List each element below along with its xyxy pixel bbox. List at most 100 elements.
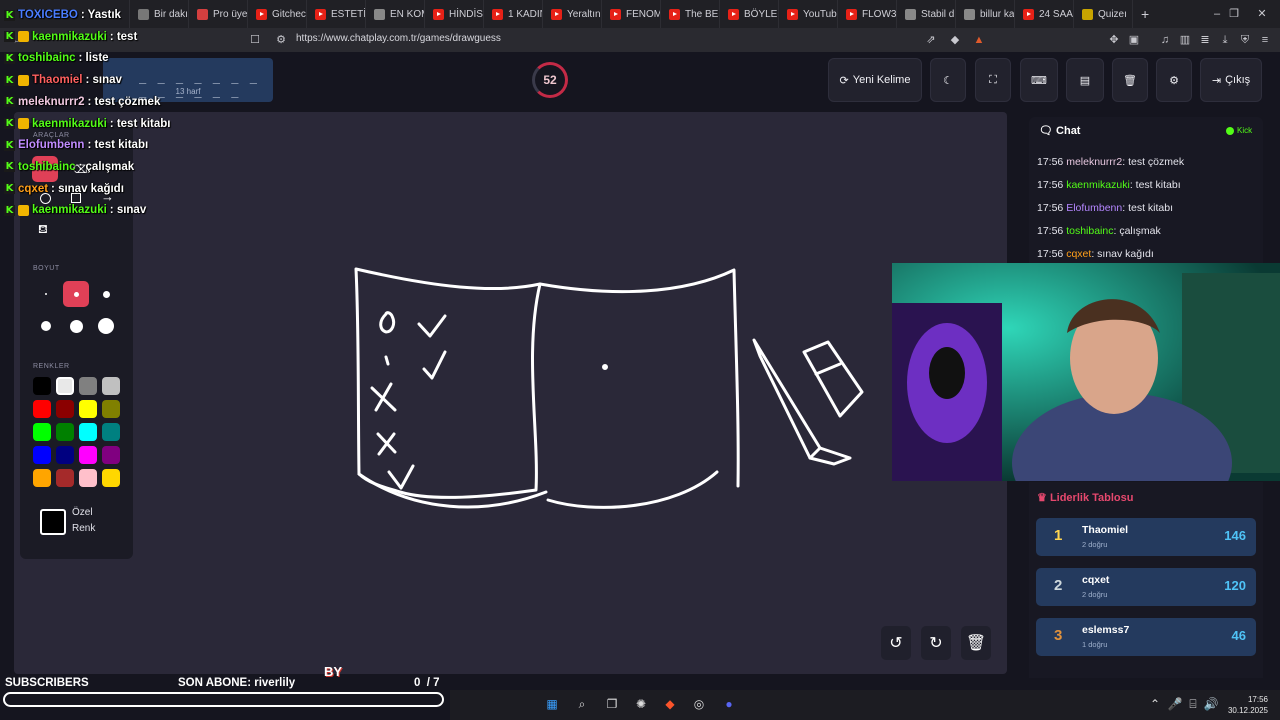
download-icon[interactable]: ⤓ <box>1218 33 1232 47</box>
color-swatch[interactable] <box>102 377 120 395</box>
fullscreen-button[interactable]: ⛶ <box>975 58 1011 102</box>
drawing-canvas[interactable] <box>14 112 1007 674</box>
chat-username[interactable]: Elofumbenn <box>1066 202 1122 214</box>
leaderboard-name: eslemss7 <box>1082 624 1130 636</box>
screenshot-icon[interactable]: ▣ <box>1127 33 1141 47</box>
redo-button[interactable]: ↻ <box>921 626 951 660</box>
color-swatch[interactable] <box>33 400 51 418</box>
minimize-icon[interactable]: – <box>1210 7 1224 21</box>
clear-canvas-button[interactable]: 🗑 <box>961 626 991 660</box>
task-view-icon[interactable]: ❐ <box>603 695 621 713</box>
new-word-button[interactable]: ⟳ Yeni Kelime <box>828 58 922 102</box>
sidebar-icon[interactable]: ▥ <box>1178 33 1192 47</box>
browser-tab[interactable]: Quizeı <box>1074 0 1133 28</box>
color-swatch[interactable] <box>56 423 74 441</box>
size-1[interactable] <box>33 281 59 307</box>
browser-tab[interactable]: YouTub <box>779 0 838 28</box>
browser-tab[interactable]: Gitchec <box>248 0 307 28</box>
browser-tab[interactable]: BÖYLE S <box>720 0 779 28</box>
browser-tab[interactable]: FENOM <box>602 0 661 28</box>
maximize-icon[interactable]: ❐ <box>1227 7 1241 21</box>
brave-icon[interactable]: ◆ <box>661 695 679 713</box>
tab-favicon-icon <box>433 8 444 20</box>
color-swatch[interactable] <box>56 469 74 487</box>
color-swatch[interactable] <box>56 446 74 464</box>
color-swatch[interactable] <box>56 400 74 418</box>
sub-goal-progress <box>3 692 444 707</box>
chat-text: çalışmak <box>1119 225 1161 237</box>
start-icon[interactable]: ▦ <box>543 695 561 713</box>
bookmark-icon[interactable]: ☐ <box>248 33 262 47</box>
color-swatch[interactable] <box>102 446 120 464</box>
browser-tab[interactable]: ESTETİK <box>307 0 366 28</box>
settings-button[interactable]: ⚙ <box>1156 58 1192 102</box>
browser-tab[interactable]: FLOW3 <box>838 0 897 28</box>
browser-tab[interactable]: The BES <box>661 0 720 28</box>
chatgpt-icon[interactable]: ✺ <box>632 695 650 713</box>
exit-button[interactable]: ⇥ Çıkış <box>1200 58 1262 102</box>
size-5[interactable] <box>63 313 89 339</box>
keyboard-button[interactable]: ⌨ <box>1020 58 1058 102</box>
custom-color-label[interactable]: Özel Renk <box>72 505 95 537</box>
url-text[interactable]: https://www.chatplay.com.tr/games/drawgu… <box>296 33 501 44</box>
color-swatch[interactable] <box>56 377 74 395</box>
chat-username[interactable]: cqxet <box>1066 248 1091 260</box>
fill-bucket-icon[interactable]: ⛾ <box>38 222 48 238</box>
brave-rewards-icon[interactable]: ▲ <box>972 33 986 47</box>
color-swatch[interactable] <box>33 469 51 487</box>
close-icon[interactable]: ✕ <box>1255 7 1269 21</box>
color-swatch[interactable] <box>79 469 97 487</box>
archive-button[interactable]: ▤ <box>1066 58 1104 102</box>
brave-shields-icon[interactable]: ◆ <box>948 33 962 47</box>
color-swatch[interactable] <box>79 377 97 395</box>
chat-username[interactable]: toshibainc <box>1066 225 1113 237</box>
browser-tab[interactable]: Bir dakı <box>130 0 189 28</box>
color-swatch[interactable] <box>79 423 97 441</box>
browser-tab[interactable]: Stabil d <box>897 0 956 28</box>
browser-tab[interactable]: Pro üye <box>189 0 248 28</box>
undo-button[interactable]: ↺ <box>881 626 911 660</box>
chat-username[interactable]: kaenmikazuki <box>1066 179 1130 191</box>
tab-favicon-icon <box>374 8 385 20</box>
custom-color-swatch[interactable] <box>40 509 66 535</box>
network-icon[interactable]: ⌸ <box>1184 695 1202 713</box>
browser-tab[interactable]: 24 SAA <box>1015 0 1074 28</box>
clock[interactable]: 17:56 30.12.2025 <box>1226 694 1268 716</box>
extensions-icon[interactable]: ✥ <box>1107 33 1121 47</box>
size-4[interactable] <box>33 313 59 339</box>
color-swatch[interactable] <box>79 446 97 464</box>
tray-chevron-icon[interactable]: ⌃ <box>1146 695 1164 713</box>
browser-tab[interactable]: Yeraltın <box>543 0 602 28</box>
browser-tab[interactable]: EN KOM <box>366 0 425 28</box>
browser-tab[interactable]: 1 KADIN <box>484 0 543 28</box>
size-2[interactable] <box>63 281 89 307</box>
mic-icon[interactable]: 🎤 <box>1166 695 1184 713</box>
color-swatch[interactable] <box>102 423 120 441</box>
new-tab-button[interactable]: + <box>1133 0 1157 28</box>
color-swatch[interactable] <box>33 377 51 395</box>
chat-message: 17:56 Elofumbenn: test kitabı <box>1037 202 1174 214</box>
size-3[interactable] <box>93 281 119 307</box>
browser-tab[interactable]: HİNDİS <box>425 0 484 28</box>
color-swatch[interactable] <box>79 400 97 418</box>
color-swatch[interactable] <box>33 446 51 464</box>
app-icon[interactable]: ◎ <box>690 695 708 713</box>
site-info-icon[interactable]: ⚙ <box>274 33 288 47</box>
size-6[interactable] <box>93 313 119 339</box>
discord-icon[interactable]: ● <box>720 695 738 713</box>
clear-button[interactable]: 🗑 <box>1112 58 1148 102</box>
overlay-chat-line: Kmeleknurrr2: test çözmek <box>4 93 160 111</box>
theme-toggle-button[interactable]: ☾ <box>930 58 966 102</box>
color-swatch[interactable] <box>33 423 51 441</box>
share-icon[interactable]: ⇗ <box>924 33 938 47</box>
color-swatch[interactable] <box>102 469 120 487</box>
color-swatch[interactable] <box>102 400 120 418</box>
reading-list-icon[interactable]: ≣ <box>1198 33 1212 47</box>
volume-icon[interactable]: 🔊 <box>1202 695 1220 713</box>
vpn-icon[interactable]: ⛨ <box>1238 33 1252 47</box>
browser-tab[interactable]: billur ka <box>956 0 1015 28</box>
chat-username[interactable]: meleknurrr2 <box>1066 156 1122 168</box>
menu-icon[interactable]: ≡ <box>1258 33 1272 47</box>
search-icon[interactable]: ⌕ <box>573 695 591 713</box>
media-icon[interactable]: ♫ <box>1158 33 1172 47</box>
